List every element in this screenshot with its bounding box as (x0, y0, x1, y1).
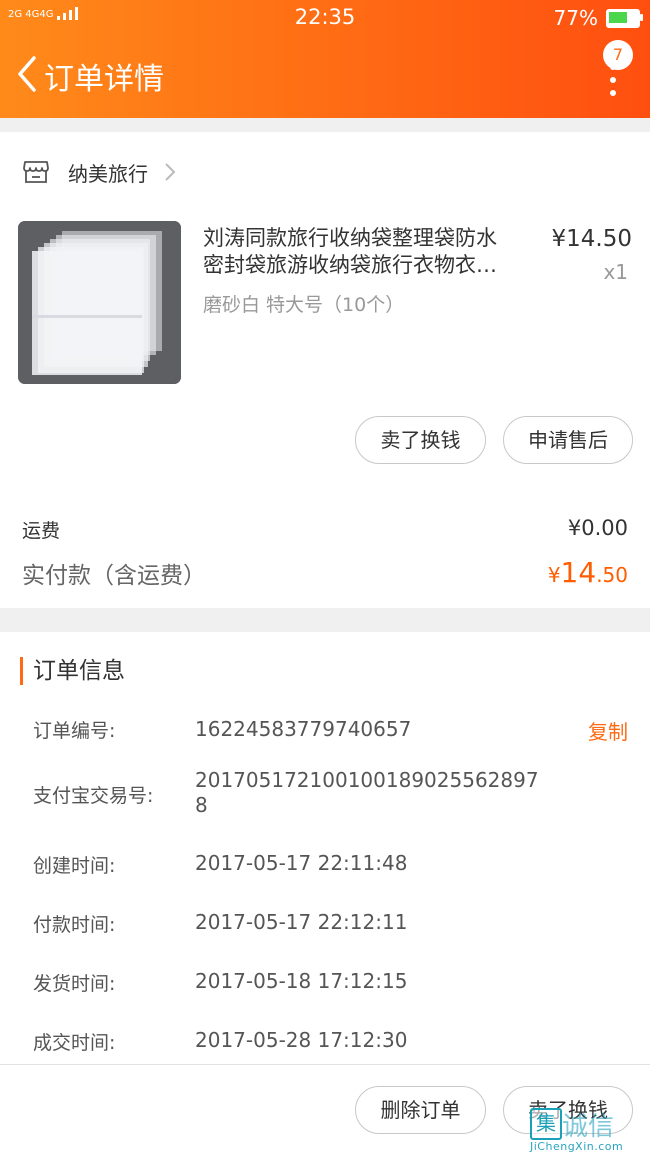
watermark-cn: 诚信 (562, 1112, 615, 1142)
after-sale-button[interactable]: 申请售后 (503, 416, 633, 464)
order-number-value: 16224583779740657 (195, 717, 412, 741)
completed-time-value: 2017-05-28 17:12:30 (195, 1028, 408, 1052)
product-quantity: x1 (603, 260, 628, 284)
status-time: 22:35 (294, 5, 356, 29)
order-info-card (0, 632, 650, 1064)
bottom-action-bar: 删除订单 卖了换钱 集 诚信 JiChengXin.com (0, 1064, 650, 1156)
shop-row[interactable]: 纳美旅行 (22, 157, 176, 187)
copy-button[interactable]: 复制 (588, 716, 628, 745)
shop-name[interactable]: 纳美旅行 (68, 158, 148, 187)
back-arrow-icon[interactable] (12, 54, 44, 94)
watermark-en: JiChengXin.com (530, 1140, 624, 1153)
more-menu-icon[interactable] (610, 64, 620, 114)
created-time-value: 2017-05-17 22:11:48 (195, 851, 408, 875)
product-title-line1: 刘涛同款旅行收纳袋整理袋防水 (203, 226, 497, 250)
order-number-label: 订单编号: (33, 720, 116, 742)
order-info-title: 订单信息 (20, 657, 125, 685)
sell-button[interactable]: 卖了换钱 (355, 416, 486, 464)
battery-indicator: 77% (553, 6, 643, 30)
paid-time-value: 2017-05-17 22:12:11 (195, 910, 408, 934)
status-bar: 2G 4G4G 22:35 77% (0, 0, 650, 34)
product-sku: 磨砂白 特大号（10个） (203, 294, 405, 316)
watermark-box: 集 (530, 1108, 562, 1140)
page-title: 订单详情 (44, 62, 164, 97)
alipay-trade-value-line1: 20170517210010018902556289​7 (195, 768, 539, 792)
battery-percent: 77% (553, 6, 598, 30)
total-label: 实付款（含运费） (22, 563, 206, 589)
product-title[interactable]: 刘涛同款旅行收纳袋整理袋防水 密封袋旅游收纳袋旅行衣物衣… (203, 225, 533, 279)
shipped-time-value: 2017-05-18 17:12:15 (195, 969, 408, 993)
chevron-right-icon (165, 163, 176, 181)
store-icon (23, 161, 49, 183)
delete-order-button[interactable]: 删除订单 (355, 1086, 486, 1134)
total-currency: ¥ (547, 563, 561, 587)
shipping-label: 运费 (22, 520, 61, 542)
shipping-value: ¥0.00 (567, 516, 628, 540)
created-time-label: 创建时间: (33, 855, 116, 877)
product-title-line2: 密封袋旅游收纳袋旅行衣物衣… (203, 253, 497, 277)
product-price: ¥14.50 (551, 226, 632, 252)
paid-time-label: 付款时间: (33, 914, 116, 936)
total-decimal: .50 (596, 563, 628, 587)
battery-icon (606, 8, 643, 28)
shipped-time-label: 发货时间: (33, 973, 116, 995)
alipay-trade-value-line2: 8 (195, 793, 208, 817)
alipay-trade-label: 支付宝交易号: (33, 785, 154, 807)
watermark: 集 诚信 JiChengXin.com (528, 1104, 646, 1154)
title-bar: 订单详情 (0, 48, 650, 108)
header: 2G 4G4G 22:35 77% 订单详情 7 (0, 0, 650, 118)
product-image[interactable] (18, 221, 181, 384)
total-amount: ¥14.50 (548, 556, 628, 589)
notification-badge[interactable]: 7 (603, 40, 633, 70)
total-integer: 14 (560, 556, 597, 589)
completed-time-label: 成交时间: (33, 1032, 116, 1054)
